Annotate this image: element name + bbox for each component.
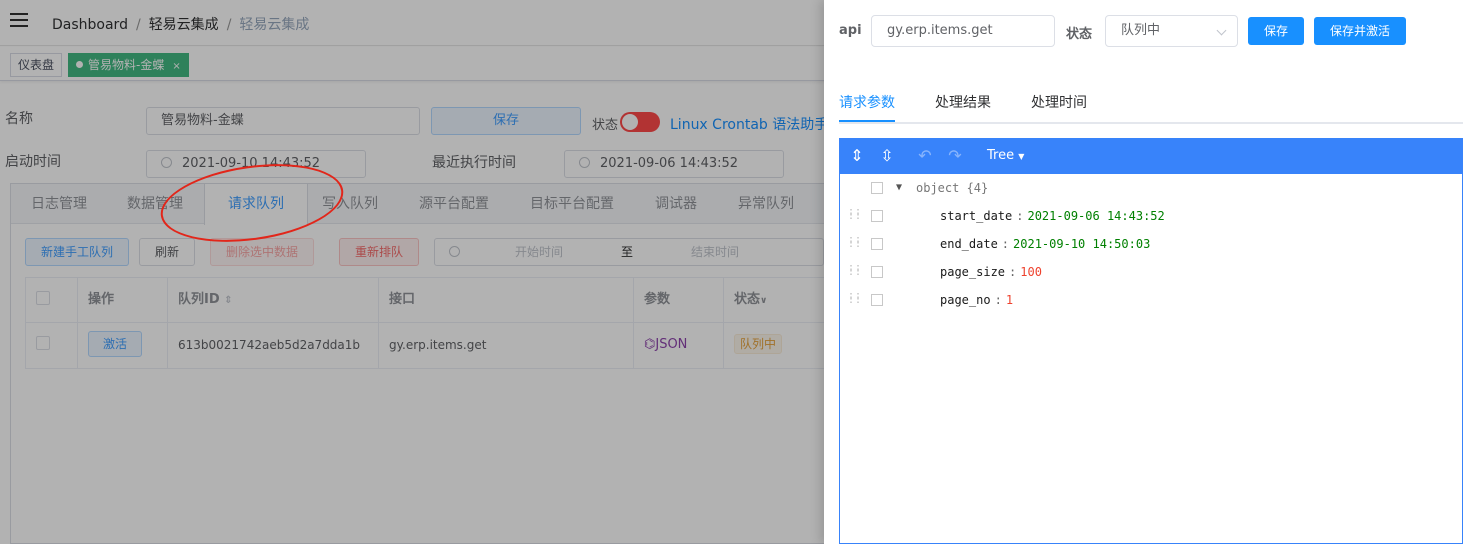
json-value[interactable]: 2021-09-10 14:50:03 [1013,237,1150,251]
json-key[interactable]: start_date [940,209,1012,223]
drawer-save-button[interactable]: 保存 [1248,17,1304,45]
context-menu-icon[interactable] [871,210,883,222]
context-menu-icon[interactable] [871,182,883,194]
tab-request-params[interactable]: 请求参数 [839,88,895,122]
chevron-down-icon [1216,25,1227,36]
context-menu-icon[interactable] [871,294,883,306]
api-input[interactable]: gy.erp.items.get [871,15,1055,47]
drawer-tabs: 请求参数 处理结果 处理时间 [839,88,1463,124]
undo-icon[interactable]: ↶ [916,147,934,165]
json-root-row: ▼ object {4} [840,174,1462,202]
redo-icon[interactable]: ↷ [946,147,964,165]
json-key[interactable]: page_size [940,265,1005,279]
status-select[interactable]: 队列中 [1105,15,1238,47]
context-menu-icon[interactable] [871,238,883,250]
save-and-activate-button[interactable]: 保存并激活 [1314,17,1406,45]
expand-caret-icon[interactable]: ▼ [896,174,902,202]
json-field-row: :::: end_date:2021-09-10 14:50:03 [848,234,1151,252]
context-menu-icon[interactable] [871,266,883,278]
json-field-row: :::: page_size:100 [848,262,1042,280]
json-field-row: :::: start_date:2021-09-06 14:43:52 [848,206,1165,224]
json-value[interactable]: 100 [1020,265,1042,279]
tab-process-time[interactable]: 处理时间 [1031,88,1087,122]
drag-handle-icon[interactable]: :::: [848,263,861,279]
json-root-label: object {4} [916,181,989,195]
json-field-row: :::: page_no:1 [848,290,1014,308]
tab-process-result[interactable]: 处理结果 [935,88,991,122]
json-value[interactable]: 2021-09-06 14:43:52 [1027,209,1164,223]
json-key[interactable]: page_no [940,293,991,307]
json-editor: ⇕ ⇳ ↶ ↷ Tree ▼ ▼ object {4} :::: start_d… [839,138,1463,544]
queue-detail-drawer: api gy.erp.items.get 状态 队列中 保存 保存并激活 请求参… [824,0,1463,544]
active-tab-indicator [839,120,895,122]
expand-all-icon[interactable]: ⇕ [848,147,866,165]
modal-overlay[interactable] [0,0,824,544]
drawer-status-label: 状态 [1066,27,1093,42]
collapse-all-icon[interactable]: ⇳ [878,147,896,165]
drag-handle-icon[interactable]: :::: [848,207,861,223]
json-key[interactable]: end_date [940,237,998,251]
caret-down-icon: ▼ [1018,152,1025,161]
json-value[interactable]: 1 [1006,293,1013,307]
api-label: api [839,23,862,38]
drag-handle-icon[interactable]: :::: [848,235,861,251]
json-editor-menu: ⇕ ⇳ ↶ ↷ Tree ▼ [840,139,1462,174]
mode-switch[interactable]: Tree ▼ [987,148,1024,163]
drag-handle-icon[interactable]: :::: [848,291,861,307]
